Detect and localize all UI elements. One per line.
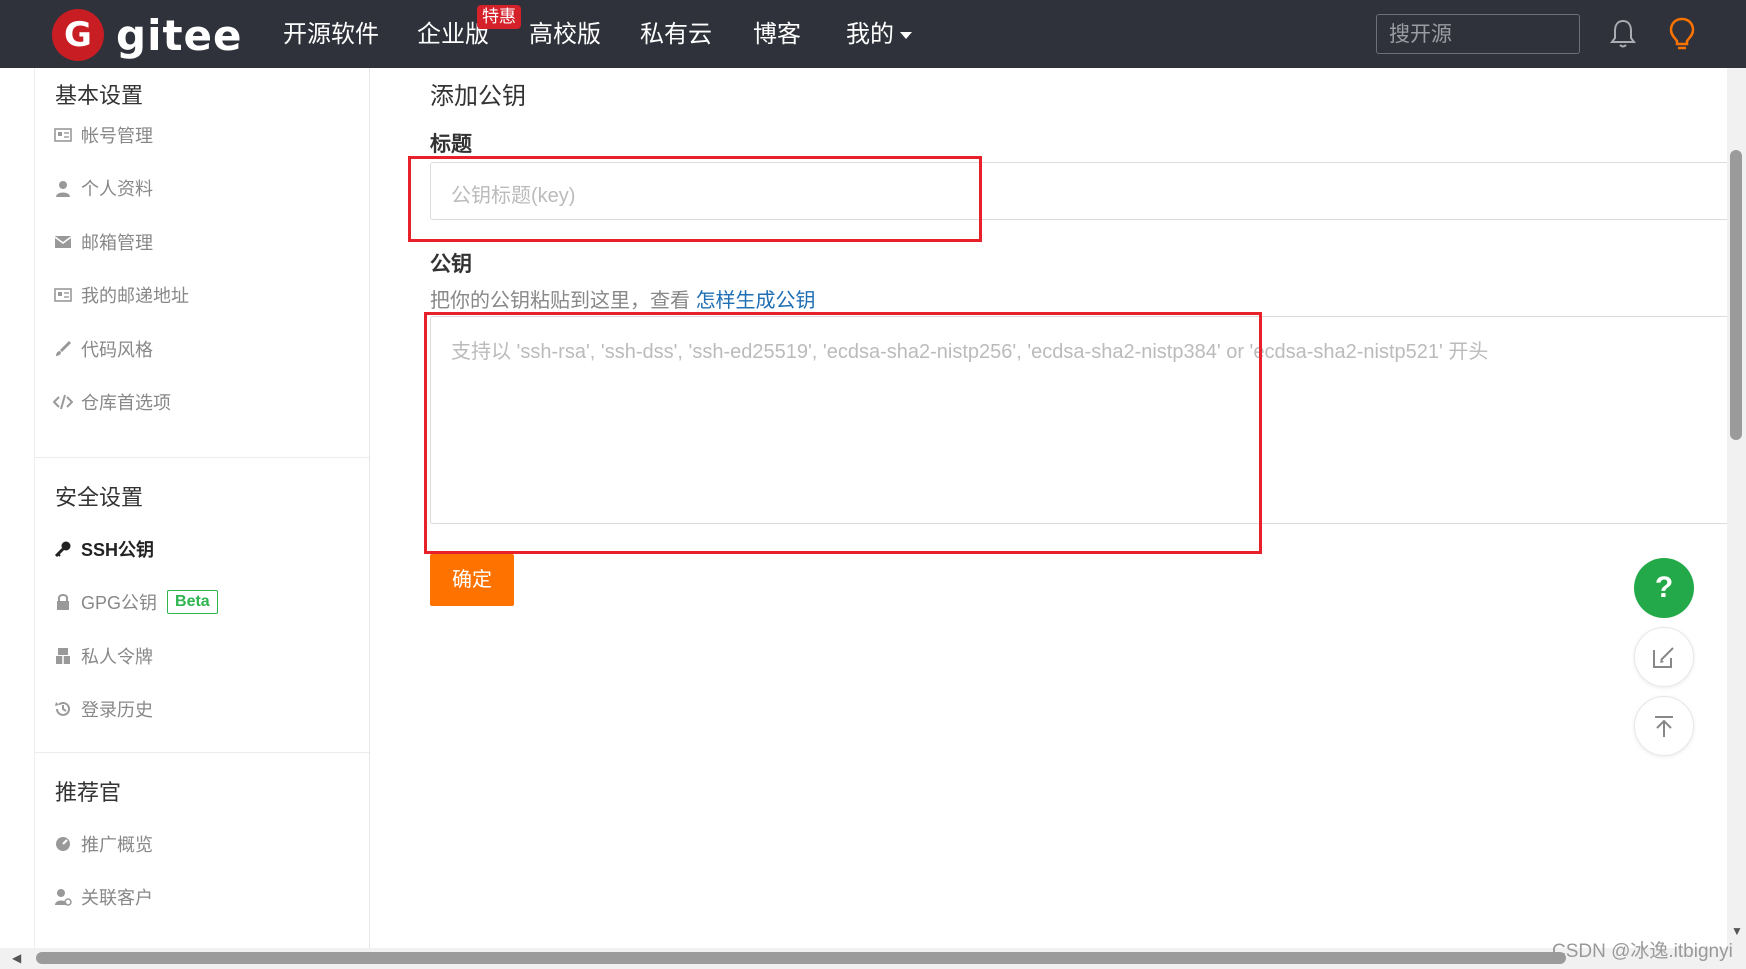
sidebar-item-login-history[interactable]: 登录历史 xyxy=(53,696,153,722)
watermark: CSDN @冰逸.itbignyi xyxy=(1552,941,1733,962)
nav-blog[interactable]: 博客 xyxy=(753,20,801,50)
brush-icon xyxy=(53,339,73,359)
beta-badge: Beta xyxy=(167,590,218,614)
user-link-icon xyxy=(53,887,73,907)
sidebar-item-label: 推广概览 xyxy=(81,835,153,855)
token-icon xyxy=(53,646,73,666)
gitee-logo[interactable]: G gitee xyxy=(52,9,243,61)
sidebar-item-label: GPG公钥 xyxy=(81,593,158,613)
envelope-icon xyxy=(53,232,73,252)
sidebar-item-address[interactable]: 我的邮递地址 xyxy=(53,282,189,308)
sidebar-item-token[interactable]: 私人令牌 xyxy=(53,643,153,669)
confirm-button[interactable]: 确定 xyxy=(430,554,514,606)
sidebar-item-ssh-key[interactable]: SSH公钥 xyxy=(53,536,154,562)
settings-sidebar: 基本设置 帐号管理 个人资料 邮箱管理 我的邮递地址 代码风格 仓库首选项 安全… xyxy=(34,68,370,948)
public-key-hint: 把你的公钥粘贴到这里，查看 怎样生成公钥 xyxy=(430,284,816,313)
top-navbar: G gitee 开源软件 企业版 特惠 高校版 私有云 博客 我的 搜开源 xyxy=(0,0,1746,68)
dashboard-icon xyxy=(53,834,73,854)
section-recommender: 推荐官 xyxy=(55,780,122,805)
feedback-button[interactable] xyxy=(1634,627,1694,687)
sidebar-item-label: 私人令牌 xyxy=(81,647,153,667)
section-basic-settings: 基本设置 xyxy=(55,83,144,108)
sidebar-item-label: 帐号管理 xyxy=(81,126,153,146)
sidebar-divider xyxy=(35,457,369,458)
nav-university[interactable]: 高校版 xyxy=(529,20,601,50)
back-to-top-button[interactable] xyxy=(1634,696,1694,756)
sidebar-item-label: 登录历史 xyxy=(81,700,153,720)
chevron-down-icon xyxy=(900,32,912,40)
sidebar-item-promo-overview[interactable]: 推广概览 xyxy=(53,831,153,857)
sidebar-item-label: 邮箱管理 xyxy=(81,233,153,253)
horizontal-scroll-thumb[interactable] xyxy=(36,952,1566,964)
page-title: 添加公钥 xyxy=(430,83,526,110)
sidebar-item-label: 仓库首选项 xyxy=(81,393,171,413)
vertical-scroll-thumb[interactable] xyxy=(1730,150,1742,440)
sidebar-divider xyxy=(35,752,369,753)
how-to-generate-link[interactable]: 怎样生成公钥 xyxy=(696,290,816,312)
edit-icon xyxy=(1653,647,1674,668)
sidebar-item-code-style[interactable]: 代码风格 xyxy=(53,336,153,362)
sidebar-item-email[interactable]: 邮箱管理 xyxy=(53,229,153,255)
public-key-label: 公钥 xyxy=(430,253,472,276)
arrow-up-icon xyxy=(1655,716,1673,737)
nav-mine-label: 我的 xyxy=(846,21,894,48)
scroll-left-arrow-icon[interactable]: ◀ xyxy=(12,951,21,965)
highlight-box xyxy=(408,156,982,242)
nav-open-source[interactable]: 开源软件 xyxy=(283,20,379,50)
lock-icon xyxy=(53,592,73,612)
help-button[interactable]: ? xyxy=(1634,558,1694,618)
address-card-icon xyxy=(53,285,73,305)
sidebar-item-label: 个人资料 xyxy=(81,179,153,199)
section-security-settings: 安全设置 xyxy=(55,485,144,510)
nav-mine-dropdown[interactable]: 我的 xyxy=(846,20,912,50)
history-icon xyxy=(53,699,73,719)
highlight-box xyxy=(424,312,1262,554)
sidebar-item-label: 我的邮递地址 xyxy=(81,286,189,306)
sidebar-item-label: 关联客户 xyxy=(81,888,153,908)
sidebar-item-related-customers[interactable]: 关联客户 xyxy=(53,884,153,910)
code-icon xyxy=(53,392,73,412)
bell-icon[interactable] xyxy=(1608,18,1638,50)
logo-badge: G xyxy=(52,9,104,61)
sidebar-item-account[interactable]: 帐号管理 xyxy=(53,122,153,148)
search-input[interactable]: 搜开源 xyxy=(1376,14,1580,54)
sidebar-item-repo-prefs[interactable]: 仓库首选项 xyxy=(53,389,171,415)
hint-text: 把你的公钥粘贴到这里，查看 xyxy=(430,290,690,312)
user-icon xyxy=(53,178,73,198)
key-icon xyxy=(53,539,73,559)
sidebar-item-label: SSH公钥 xyxy=(81,540,155,560)
lightbulb-icon[interactable] xyxy=(1666,16,1698,52)
nav-private-cloud[interactable]: 私有云 xyxy=(640,20,712,50)
logo-text: gitee xyxy=(116,10,243,60)
sidebar-item-profile[interactable]: 个人资料 xyxy=(53,175,153,201)
promo-badge: 特惠 xyxy=(477,5,521,29)
sidebar-item-label: 代码风格 xyxy=(81,340,153,360)
sidebar-item-gpg-key[interactable]: GPG公钥 Beta xyxy=(53,589,218,615)
title-label: 标题 xyxy=(430,133,472,156)
id-card-icon xyxy=(53,125,73,145)
